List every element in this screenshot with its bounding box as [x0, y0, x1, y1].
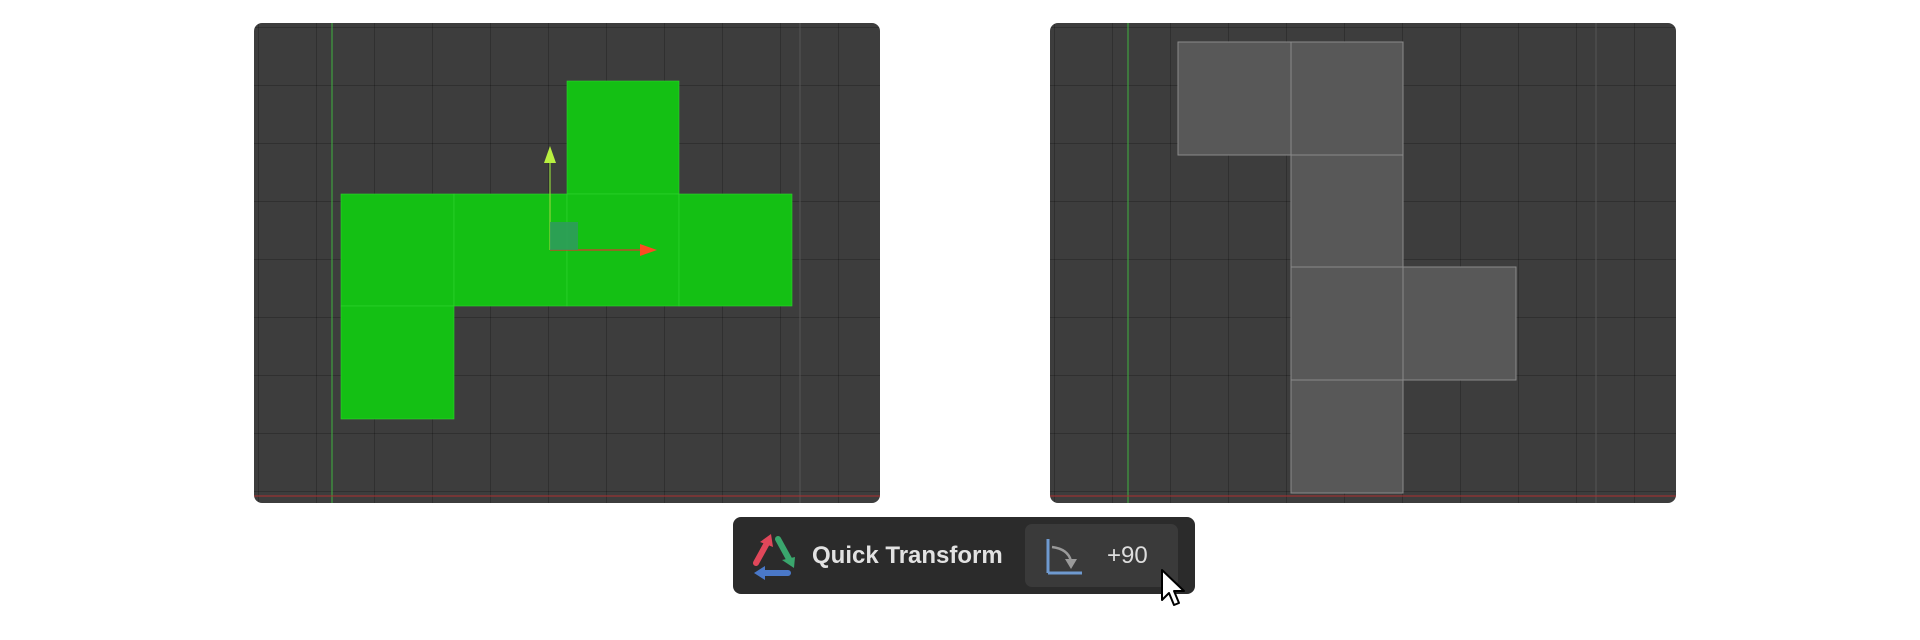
rotate-clockwise-icon: [1046, 539, 1082, 575]
rotate-value: +90: [1107, 542, 1148, 569]
ghost-cell: [1177, 41, 1292, 156]
triangle-arrows-icon: [753, 534, 795, 580]
rotated-piece-preview: [1177, 41, 1517, 494]
ghost-cell: [1290, 154, 1404, 268]
rotate-plus-90-button[interactable]: +90: [1025, 524, 1178, 587]
ghost-cell: [1402, 266, 1517, 381]
viewport-after-canvas: [1050, 23, 1676, 503]
viewport-before-canvas: [254, 23, 880, 503]
stage: Quick Transform +90: [0, 0, 1920, 640]
piece-cell[interactable]: [566, 80, 680, 195]
ghost-cell: [1290, 41, 1404, 156]
viewport-before[interactable]: [254, 23, 880, 503]
quick-transform-toolbar: Quick Transform +90: [733, 517, 1195, 594]
piece-cell[interactable]: [340, 305, 455, 420]
ghost-cell: [1290, 379, 1404, 494]
piece-cell[interactable]: [340, 193, 455, 307]
viewport-after[interactable]: [1050, 23, 1676, 503]
ghost-cell: [1290, 266, 1404, 381]
gizmo-plane-handle[interactable]: [550, 222, 578, 250]
mouse-cursor-icon: [1161, 569, 1185, 606]
gizmo-y-arrow-icon[interactable]: [544, 146, 556, 163]
toolbar-title: Quick Transform: [812, 542, 1003, 569]
piece-cell[interactable]: [678, 193, 793, 307]
